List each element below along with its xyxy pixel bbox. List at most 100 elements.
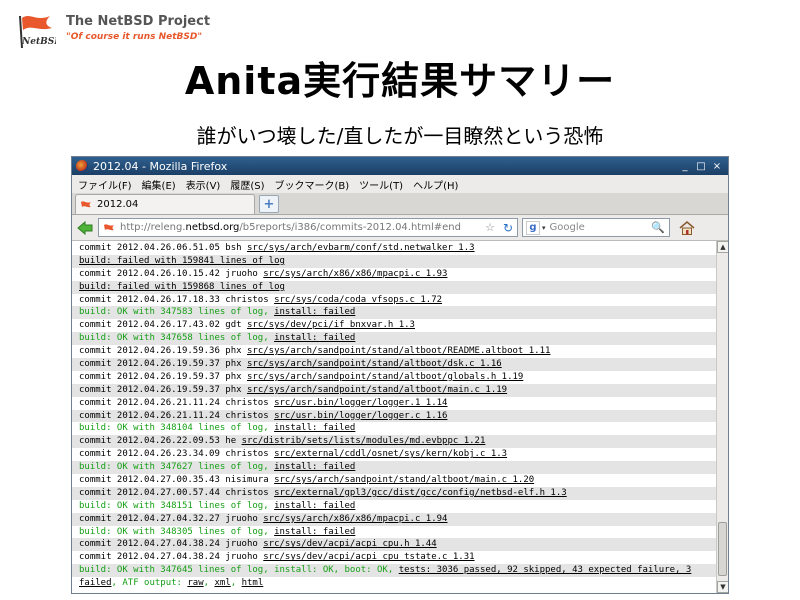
- netbsd-brand: NetBSD The NetBSD Project "Of course it …: [12, 10, 242, 50]
- log-line: build: OK with 347645 lines of log, inst…: [72, 564, 716, 578]
- log-line: commit 2012.04.27.04.32.27 jruoho src/sy…: [72, 512, 716, 526]
- commit-file-link[interactable]: src/sys/arch/x86/x86/mpacpi.c 1.94: [263, 514, 447, 524]
- commit-file-link[interactable]: src/sys/arch/sandpoint/stand/altboot/glo…: [247, 372, 523, 382]
- vertical-scrollbar[interactable]: ▲ ▼: [716, 241, 728, 593]
- commit-file-link[interactable]: src/external/gpl3/gcc/dist/gcc/config/ne…: [274, 488, 567, 498]
- commit-info: commit 2012.04.26.21.11.24 christos: [79, 410, 275, 421]
- commit-info: commit 2012.04.26.17.18.33 christos: [79, 294, 275, 305]
- commit-info: commit 2012.04.26.06.51.05 bsh: [79, 243, 247, 253]
- bookmark-star-icon[interactable]: ☆: [485, 221, 495, 234]
- scroll-down-button[interactable]: ▼: [717, 581, 728, 593]
- scroll-thumb[interactable]: [718, 522, 727, 576]
- log-line: commit 2012.04.26.19.59.36 phx src/sys/a…: [72, 345, 716, 358]
- browser-window: 2012.04 - Mozilla Firefox _ □ × ファイル(F) …: [71, 156, 729, 594]
- tab-label: 2012.04: [97, 199, 139, 210]
- install-failed-link[interactable]: install: failed: [274, 307, 355, 317]
- tab-bar: 2012.04 +: [72, 193, 728, 215]
- build-failed-link[interactable]: build: failed with 159841 lines of log: [79, 256, 285, 266]
- log-line: build: OK with 348151 lines of log, inst…: [72, 500, 716, 513]
- menu-view[interactable]: 表示(V): [186, 177, 221, 192]
- install-failed-link[interactable]: install: failed: [274, 333, 355, 343]
- url-host: netbsd.org: [185, 222, 240, 233]
- page-content: commit 2012.04.26.06.51.05 bsh src/sys/a…: [72, 241, 716, 593]
- atf-xml-link[interactable]: xml: [214, 578, 230, 588]
- commit-info: commit 2012.04.26.21.11.24 christos: [79, 397, 275, 408]
- menu-bookmarks[interactable]: ブックマーク(B): [275, 177, 350, 192]
- search-icon[interactable]: 🔍: [651, 221, 665, 234]
- build-failed-link[interactable]: build: failed with 159868 lines of log: [79, 282, 285, 292]
- close-button[interactable]: ×: [712, 161, 722, 172]
- commit-info: commit 2012.04.26.19.59.36 phx: [79, 346, 247, 357]
- build-ok-text: build: OK with 347645 lines of log, inst…: [79, 565, 399, 576]
- commit-file-link[interactable]: src/usr.bin/logger/logger.c 1.16: [274, 411, 447, 421]
- commit-info: commit 2012.04.26.10.15.42 jruoho: [79, 268, 264, 279]
- tab-2012-04[interactable]: 2012.04: [75, 194, 255, 214]
- menu-tools[interactable]: ツール(T): [359, 177, 403, 192]
- log-line: commit 2012.04.27.00.35.43 nisimura src/…: [72, 474, 716, 487]
- commit-info: commit 2012.04.27.04.38.24 jruoho: [79, 539, 264, 550]
- log-line: failed, ATF output: raw, xml, html: [72, 577, 716, 590]
- commit-info: commit 2012.04.27.00.35.43 nisimura: [79, 475, 275, 486]
- commit-info: commit 2012.04.26.17.43.02 gdt: [79, 320, 247, 331]
- menu-help[interactable]: ヘルプ(H): [413, 177, 458, 192]
- commit-info: commit 2012.04.26.19.59.37 phx: [79, 384, 247, 395]
- site-favicon: [104, 223, 114, 230]
- menu-edit[interactable]: 編集(E): [142, 177, 176, 192]
- menu-file[interactable]: ファイル(F): [78, 177, 132, 192]
- search-input[interactable]: g ▾ Google 🔍: [522, 218, 670, 237]
- build-ok-text: build: OK with 347583 lines of log,: [79, 307, 275, 318]
- commit-file-link[interactable]: src/sys/coda/coda_vfsops.c 1.72: [274, 295, 442, 305]
- scroll-up-button[interactable]: ▲: [717, 241, 728, 253]
- commit-file-link[interactable]: src/external/cddl/osnet/sys/kern/kobj.c …: [274, 449, 507, 459]
- commit-file-link[interactable]: src/sys/dev/acpi/acpi_cpu_tstate.c 1.31: [263, 552, 474, 562]
- navigation-bar: http://releng. netbsd.org/b5reports/i386/…: [72, 215, 728, 241]
- atf-raw-link[interactable]: raw: [187, 578, 203, 588]
- tests-failed-link[interactable]: failed: [79, 578, 112, 588]
- log-line: build: failed with 159841 lines of log: [72, 254, 716, 268]
- log-line: commit 2012.04.27.04.38.24 jruoho src/sy…: [72, 538, 716, 552]
- reload-icon[interactable]: ↻: [503, 221, 513, 235]
- commit-file-link[interactable]: src/sys/arch/sandpoint/stand/altboot/mai…: [247, 385, 507, 395]
- commit-file-link[interactable]: src/sys/dev/acpi/acpi_cpu.h 1.44: [263, 539, 436, 549]
- menu-history[interactable]: 履歴(S): [230, 177, 264, 192]
- url-bar[interactable]: http://releng. netbsd.org/b5reports/i386/…: [98, 218, 518, 237]
- google-icon[interactable]: g: [526, 220, 540, 235]
- url-path: /b5reports/i386/commits-2012.04.html#end: [239, 222, 461, 233]
- home-button[interactable]: [678, 219, 696, 237]
- minimize-button[interactable]: _: [680, 161, 690, 172]
- commit-file-link[interactable]: src/sys/arch/x86/x86/mpacpi.c 1.93: [263, 269, 447, 279]
- commit-info: commit 2012.04.27.04.32.27 jruoho: [79, 513, 264, 524]
- commit-file-link[interactable]: src/sys/arch/sandpoint/stand/altboot/REA…: [247, 346, 550, 356]
- log-line: build: OK with 347658 lines of log, inst…: [72, 332, 716, 346]
- install-failed-link[interactable]: install: failed: [274, 527, 355, 537]
- commit-file-link[interactable]: src/usr.bin/logger/logger.1 1.14: [274, 398, 447, 408]
- commit-file-link[interactable]: src/sys/arch/sandpoint/stand/altboot/mai…: [274, 475, 534, 485]
- separator: ,: [230, 578, 242, 589]
- netbsd-flag-logo: NetBSD: [19, 15, 56, 49]
- slide-title: Anita実行結果サマリー: [184, 59, 616, 103]
- install-failed-link[interactable]: install: failed: [274, 501, 355, 511]
- build-ok-text: build: OK with 348151 lines of log,: [79, 500, 275, 511]
- install-failed-link[interactable]: install: failed: [274, 423, 355, 433]
- atf-html-link[interactable]: html: [242, 578, 264, 588]
- tests-result-link[interactable]: tests: 3036 passed, 92 skipped, 43 expec…: [399, 565, 692, 575]
- log-line: commit 2012.04.26.19.59.37 phx src/sys/a…: [72, 383, 716, 397]
- firefox-icon: [76, 160, 88, 172]
- chevron-down-icon[interactable]: ▾: [542, 224, 546, 232]
- commit-file-link[interactable]: src/sys/arch/sandpoint/stand/altboot/dsk…: [247, 359, 502, 369]
- log-line: build: OK with 347627 lines of log, inst…: [72, 461, 716, 475]
- commit-file-link[interactable]: src/sys/dev/pci/if_bnxvar.h 1.3: [247, 320, 415, 330]
- project-tagline: "Of course it runs NetBSD": [66, 32, 203, 42]
- commit-info: commit 2012.04.26.23.34.09 christos: [79, 449, 275, 460]
- back-button[interactable]: [76, 219, 94, 237]
- log-line: build: OK with 348305 lines of log, inst…: [72, 526, 716, 539]
- install-failed-link[interactable]: install: failed: [274, 462, 355, 472]
- commit-file-link[interactable]: src/distrib/sets/lists/modules/md.evbppc…: [242, 436, 486, 446]
- project-name: The NetBSD Project: [66, 14, 211, 29]
- log-line: build: failed with 159868 lines of log: [72, 280, 716, 294]
- separator: ,: [203, 578, 215, 589]
- commit-file-link[interactable]: src/sys/arch/evbarm/conf/std.netwalker 1…: [247, 243, 475, 253]
- svg-text:NetBSD: NetBSD: [21, 37, 56, 47]
- new-tab-button[interactable]: +: [259, 195, 279, 213]
- maximize-button[interactable]: □: [696, 161, 706, 172]
